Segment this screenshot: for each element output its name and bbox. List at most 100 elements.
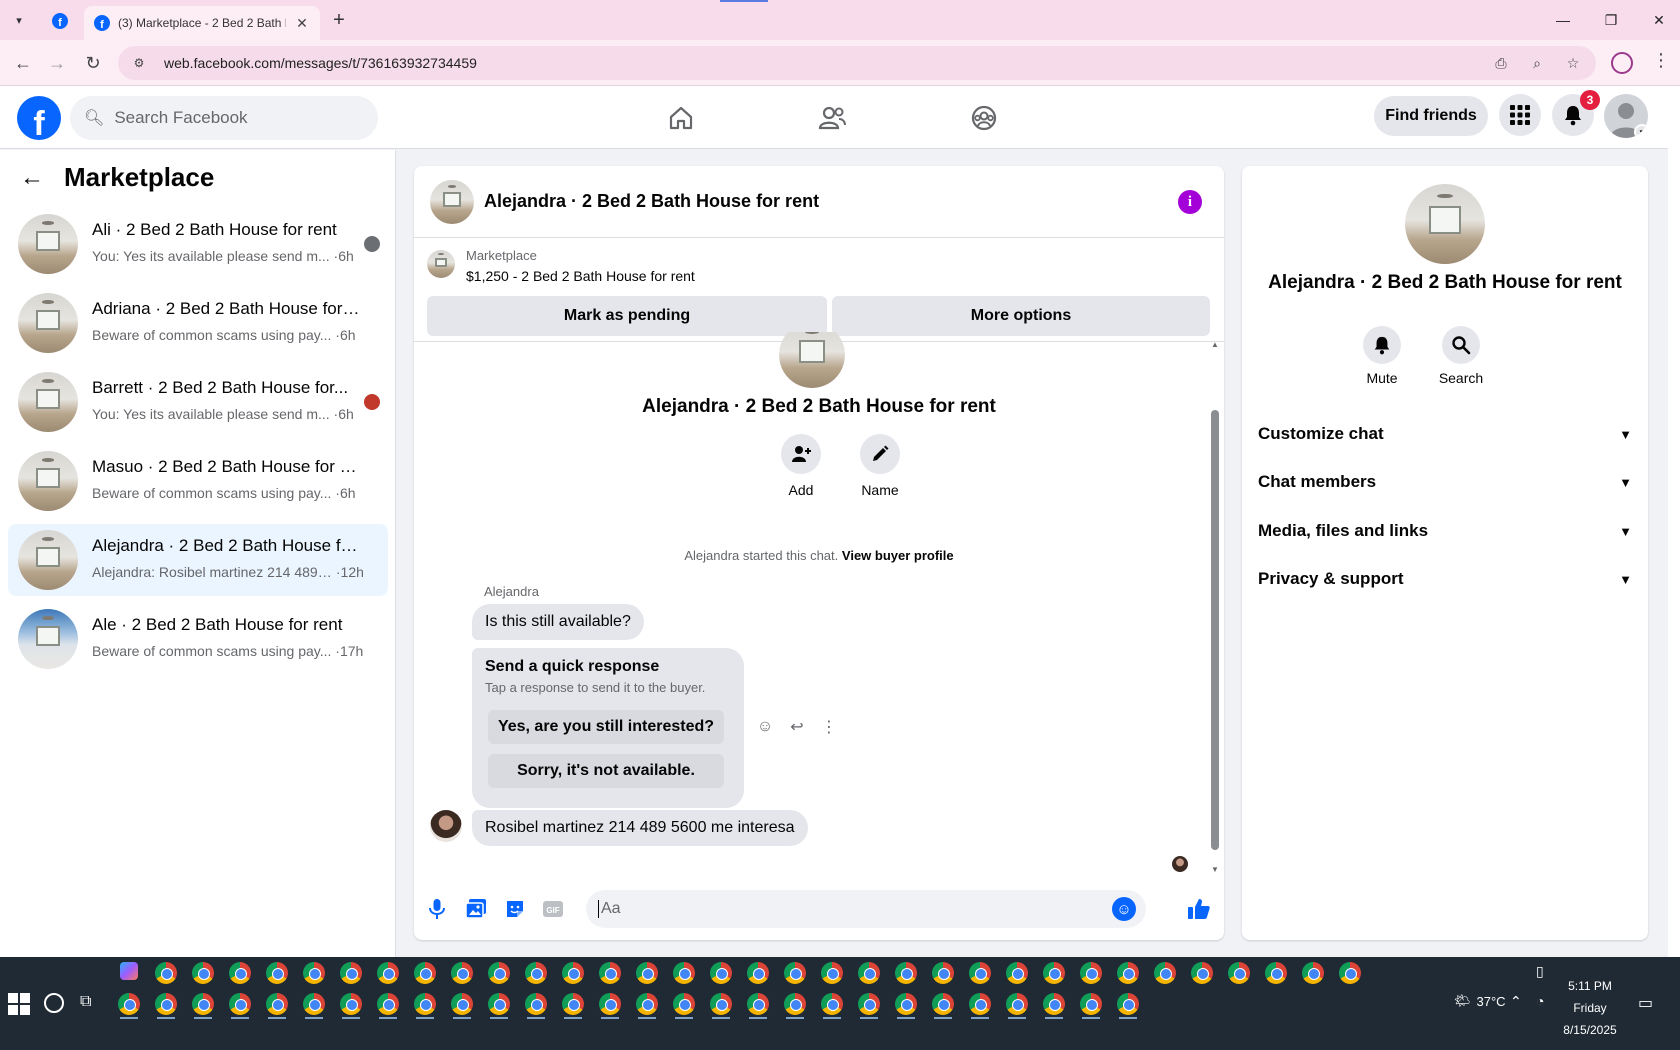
sender-avatar[interactable] bbox=[430, 810, 462, 842]
scrollbar-thumb[interactable] bbox=[1211, 410, 1219, 850]
conversation-item[interactable]: Masuo · 2 Bed 2 Bath House for rent Bewa… bbox=[8, 445, 388, 517]
taskbar-app-icon[interactable] bbox=[229, 993, 251, 1015]
windows-start-icon[interactable] bbox=[8, 993, 30, 1015]
taskbar-app-icon[interactable] bbox=[155, 962, 177, 984]
taskbar-app-icon[interactable] bbox=[969, 993, 991, 1015]
react-emoji-icon[interactable]: ☺ bbox=[754, 716, 776, 738]
scroll-up-arrow-icon[interactable]: ▲ bbox=[1210, 340, 1220, 349]
gif-icon[interactable]: GIF bbox=[540, 896, 566, 922]
home-nav-icon[interactable] bbox=[661, 100, 701, 136]
taskbar-app-icon[interactable] bbox=[821, 962, 843, 984]
taskbar-app-icon[interactable] bbox=[821, 993, 843, 1015]
name-chat-action[interactable]: Name bbox=[850, 434, 910, 498]
back-arrow-icon[interactable]: ← bbox=[20, 164, 44, 192]
close-tab-icon[interactable]: ✕ bbox=[294, 15, 310, 32]
taskbar-app-icon[interactable] bbox=[155, 993, 177, 1015]
taskbar-app-icon[interactable] bbox=[636, 962, 658, 984]
tab-search-chevron-icon[interactable]: ▾ bbox=[8, 9, 30, 31]
taskbar-app-icon[interactable] bbox=[377, 962, 399, 984]
taskbar-app-icon[interactable] bbox=[1006, 962, 1028, 984]
taskbar-app-icon[interactable] bbox=[895, 993, 917, 1015]
taskbar-app-icon[interactable] bbox=[488, 962, 510, 984]
search-in-chat-action[interactable]: Search bbox=[1426, 326, 1496, 386]
info-icon[interactable]: i bbox=[1178, 190, 1202, 214]
taskbar-app-icon[interactable] bbox=[599, 962, 621, 984]
taskbar-app-icon[interactable] bbox=[1080, 993, 1102, 1015]
taskbar-search-icon[interactable] bbox=[44, 993, 64, 1013]
taskbar-clock[interactable]: 5:11 PM Friday 8/15/2025 bbox=[1540, 975, 1640, 1041]
taskbar-app-icon[interactable] bbox=[599, 993, 621, 1015]
listing-banner-thumbnail[interactable] bbox=[427, 250, 455, 278]
copilot-icon[interactable] bbox=[120, 962, 138, 980]
like-thumbs-up-icon[interactable] bbox=[1186, 896, 1212, 922]
taskbar-app-icon[interactable] bbox=[784, 993, 806, 1015]
privacy-support-section[interactable]: Privacy & support ▼ bbox=[1258, 557, 1632, 601]
taskbar-app-icon[interactable] bbox=[451, 993, 473, 1015]
taskbar-app-icon[interactable] bbox=[1080, 962, 1102, 984]
taskbar-app-icon[interactable] bbox=[266, 993, 288, 1015]
quick-reply-no-button[interactable]: Sorry, it's not available. bbox=[488, 754, 724, 788]
taskbar-app-icon[interactable] bbox=[488, 993, 510, 1015]
zoom-icon[interactable]: ⌕ bbox=[1526, 52, 1548, 74]
scroll-down-arrow-icon[interactable]: ▼ bbox=[1210, 865, 1220, 874]
view-buyer-profile-link[interactable]: View buyer profile bbox=[842, 548, 954, 563]
taskbar-app-icon[interactable] bbox=[1006, 993, 1028, 1015]
taskbar-app-icon[interactable] bbox=[340, 993, 362, 1015]
more-options-button[interactable]: More options bbox=[832, 296, 1210, 336]
taskbar-app-icon[interactable] bbox=[710, 962, 732, 984]
media-files-links-section[interactable]: Media, files and links ▼ bbox=[1258, 509, 1632, 553]
taskbar-app-icon[interactable] bbox=[1043, 993, 1065, 1015]
microphone-icon[interactable] bbox=[424, 896, 450, 922]
taskbar-app-icon[interactable] bbox=[747, 993, 769, 1015]
taskbar-app-icon[interactable] bbox=[784, 962, 806, 984]
conversation-item[interactable]: Ale · 2 Bed 2 Bath House for rent Beware… bbox=[8, 603, 388, 675]
conversation-item[interactable]: Adriana · 2 Bed 2 Bath House for r... Be… bbox=[8, 287, 388, 359]
taskbar-app-icon[interactable] bbox=[1265, 962, 1287, 984]
chat-listing-thumbnail[interactable] bbox=[430, 180, 474, 224]
add-people-action[interactable]: Add bbox=[771, 434, 831, 498]
search-facebook-input[interactable]: 🔍︎ Search Facebook bbox=[70, 96, 378, 140]
taskbar-app-icon[interactable] bbox=[1302, 962, 1324, 984]
taskbar-app-icon[interactable] bbox=[932, 962, 954, 984]
taskbar-app-icon[interactable] bbox=[636, 993, 658, 1015]
groups-nav-icon[interactable] bbox=[964, 100, 1004, 136]
pinned-facebook-tab[interactable]: f bbox=[42, 6, 78, 36]
find-friends-button[interactable]: Find friends bbox=[1374, 96, 1488, 136]
reply-icon[interactable]: ↩ bbox=[786, 716, 808, 738]
install-app-icon[interactable]: ⎙ bbox=[1490, 52, 1512, 74]
browser-profile-icon[interactable] bbox=[1611, 52, 1633, 74]
taskbar-app-icon[interactable] bbox=[895, 962, 917, 984]
taskbar-app-icon[interactable] bbox=[192, 962, 214, 984]
bookmark-star-icon[interactable]: ☆ bbox=[1562, 52, 1584, 74]
restore-icon[interactable]: ❐ bbox=[1596, 8, 1626, 32]
taskbar-app-icon[interactable] bbox=[969, 962, 991, 984]
mute-action[interactable]: Mute bbox=[1347, 326, 1417, 386]
message-scrollbar[interactable]: ▲ ▼ bbox=[1210, 340, 1220, 874]
back-arrow-icon[interactable]: ← bbox=[10, 50, 36, 76]
taskbar-app-icon[interactable] bbox=[266, 962, 288, 984]
taskbar-app-icon[interactable] bbox=[1154, 962, 1176, 984]
emoji-icon[interactable]: ☺ bbox=[1112, 897, 1136, 921]
more-actions-icon[interactable]: ⋮ bbox=[818, 716, 840, 738]
taskbar-app-icon[interactable] bbox=[932, 993, 954, 1015]
taskbar-app-icon[interactable] bbox=[1043, 962, 1065, 984]
browser-menu-icon[interactable]: ⋮ bbox=[1652, 50, 1670, 71]
info-listing-thumbnail[interactable] bbox=[1405, 184, 1485, 264]
message-input[interactable]: Aa ☺ bbox=[586, 890, 1146, 928]
taskbar-app-icon[interactable] bbox=[710, 993, 732, 1015]
taskbar-app-icon[interactable] bbox=[303, 993, 325, 1015]
active-tab[interactable]: f (3) Marketplace - 2 Bed 2 Bath House f… bbox=[84, 6, 320, 40]
sticker-icon[interactable] bbox=[502, 896, 528, 922]
message-bubble[interactable]: Is this still available? bbox=[472, 604, 644, 640]
tray-chevron-up-icon[interactable]: ⌃ bbox=[1510, 993, 1522, 1010]
taskbar-app-icon[interactable] bbox=[1339, 962, 1361, 984]
friends-nav-icon[interactable] bbox=[812, 100, 852, 136]
conversation-item[interactable]: Barrett · 2 Bed 2 Bath House for... You:… bbox=[8, 366, 388, 438]
photo-icon[interactable] bbox=[463, 896, 489, 922]
taskbar-app-icon[interactable] bbox=[858, 962, 880, 984]
taskbar-app-icon[interactable] bbox=[340, 962, 362, 984]
taskbar-app-icon[interactable] bbox=[525, 962, 547, 984]
weather-widget[interactable]: 🌤︎ 37°C bbox=[1454, 993, 1506, 1009]
page-scrollbar[interactable] bbox=[1668, 86, 1680, 957]
conversation-item[interactable]: Ali · 2 Bed 2 Bath House for rent You: Y… bbox=[8, 208, 388, 280]
